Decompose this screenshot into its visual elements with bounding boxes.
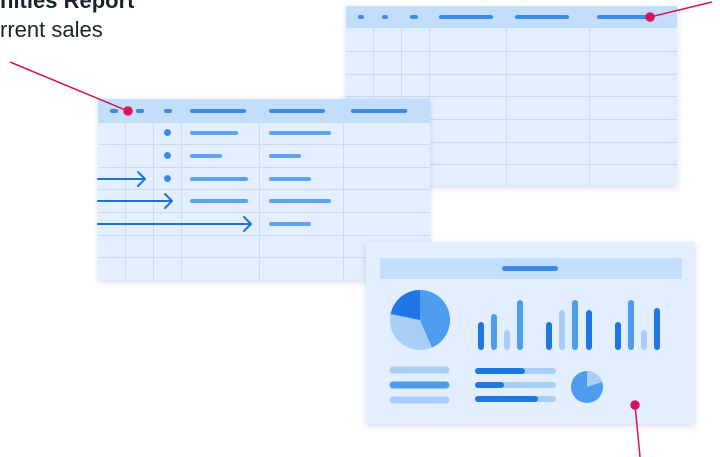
report-illustration: nities Report rrent sales: [0, 0, 720, 457]
arrows: [97, 171, 252, 232]
callout-line: [649, 1, 713, 18]
bar-group-3: [615, 300, 660, 350]
callout-dot: [630, 400, 640, 410]
callout-line: [634, 404, 641, 457]
callouts: [9, 1, 713, 457]
pie-chart: [390, 290, 451, 350]
callout-dot: [123, 106, 133, 116]
callout-dot: [645, 12, 655, 22]
arrow-right-icon: [97, 216, 252, 232]
arrow-right-icon: [97, 193, 173, 209]
vector-layer: [9, 1, 713, 457]
summary-lines: [389, 366, 450, 404]
bar-group-1: [478, 300, 523, 350]
callout-line: [9, 61, 129, 112]
bar-group-2: [546, 300, 592, 350]
arrow-right-icon: [97, 171, 146, 187]
small-pie-chart: [571, 371, 603, 403]
progress-bars: [475, 368, 556, 402]
